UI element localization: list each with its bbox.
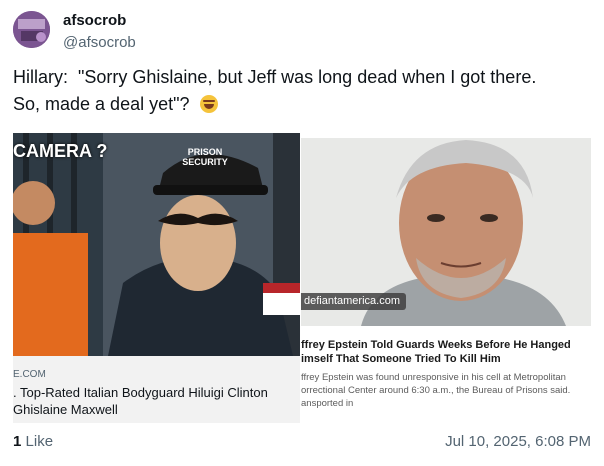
link-card-epstein[interactable]: defiantamerica.com ffrey Epstein Told Gu…	[301, 138, 591, 420]
post: afsocrob @afsocrob Hillary: "Sorry Ghisl…	[0, 0, 604, 466]
link-card-epstein-title: ffrey Epstein Told Guards Weeks Before H…	[301, 338, 591, 366]
link-card-epstein-desc-line-1: ffrey Epstein was found unresponsive in …	[301, 372, 566, 383]
link-card-bodyguard-title: . Top-Rated Italian Bodyguard Hiluigi Cl…	[13, 384, 300, 418]
likes-label: Like	[25, 433, 54, 450]
cap-text: PRISON SECURITY	[182, 147, 228, 167]
link-card-epstein-desc-line-3: ansported in	[301, 398, 354, 409]
likes-count-link[interactable]: 1 Like	[13, 433, 53, 450]
link-card-epstein-title-line-1: ffrey Epstein Told Guards Weeks Before H…	[301, 339, 571, 351]
link-card-epstein-image: defiantamerica.com	[301, 138, 591, 326]
post-timestamp[interactable]: Jul 10, 2025, 6:08 PM	[445, 433, 591, 450]
link-card-bodyguard-title-line-1: . Top-Rated Italian Bodyguard Hiluigi Cl…	[13, 385, 268, 400]
post-text: Hillary: "Sorry Ghislaine, but Jeff was …	[13, 64, 593, 118]
link-card-bodyguard-domain: E.COM	[13, 369, 46, 380]
post-text-line-1: Hillary: "Sorry Ghislaine, but Jeff was …	[13, 67, 537, 87]
avatar-image-icon	[13, 11, 50, 48]
link-card-bodyguard-title-line-2: Ghislaine Maxwell	[13, 402, 118, 417]
link-card-bodyguard-image: CAMERA ? PRISON SECURITY	[13, 133, 300, 356]
image-caption-banner: CAMERA ?	[13, 141, 108, 161]
link-card-bodyguard[interactable]: CAMERA ? PRISON SECURITY E.COM . Top-Rat…	[13, 133, 300, 423]
link-card-epstein-title-line-2: imself That Someone Tried To Kill Him	[301, 353, 501, 365]
author-handle[interactable]: @afsocrob	[63, 34, 136, 51]
avatar[interactable]	[13, 11, 50, 48]
author-display-name[interactable]: afsocrob	[63, 12, 126, 29]
likes-count: 1	[13, 433, 22, 450]
post-text-line-2: So, made a deal yet"?	[13, 94, 190, 114]
rolling-on-floor-laughing-emoji-icon	[199, 95, 218, 113]
link-card-epstein-domain: defiantamerica.com	[301, 293, 406, 310]
link-card-epstein-description: ffrey Epstein was found unresponsive in …	[301, 371, 591, 410]
prison-guard-cartoon-image-icon	[13, 133, 300, 356]
link-card-epstein-desc-line-2: orrectional Center around 6:30 a.m., the…	[301, 385, 571, 396]
